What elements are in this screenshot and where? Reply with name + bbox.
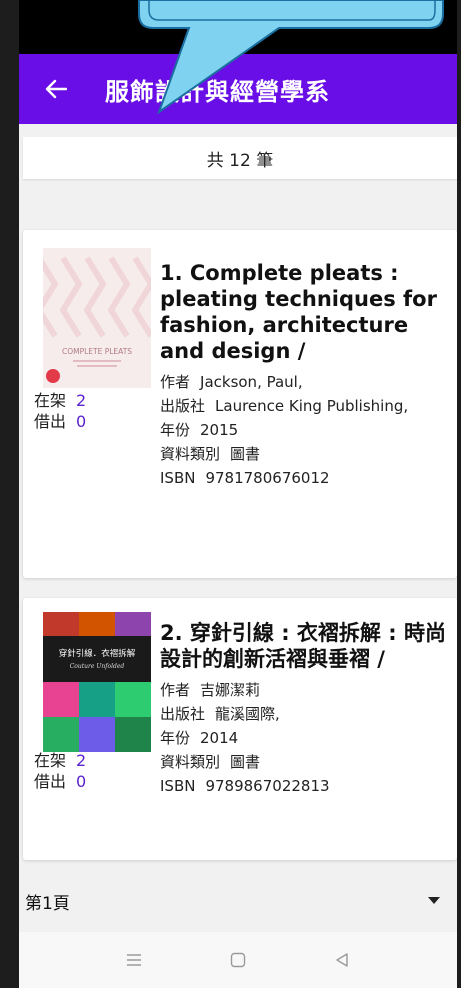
book-publisher: 出版社 Laurence King Publishing,	[160, 397, 409, 415]
book-card-1[interactable]: COMPLETE PLEATS 在架 2 借出 0 1. Complete plea…	[23, 230, 457, 578]
cover-subtitle: Couture Unfolded	[70, 663, 125, 670]
menu-icon[interactable]	[122, 948, 146, 972]
book-cover-image: COMPLETE PLEATS	[43, 248, 151, 388]
device-frame-right	[457, 0, 461, 988]
arrow-left-icon[interactable]	[41, 74, 71, 104]
book-cover-image: 穿針引線．衣褶拆解 Couture Unfolded	[43, 612, 151, 752]
app-bar: 服飾設計與經營學系	[19, 54, 457, 124]
book-year: 年份 2015	[160, 421, 239, 439]
book-title[interactable]: 2. 穿針引線 : 衣褶拆解 : 時尚設計的創新活褶與垂褶 /	[160, 620, 447, 672]
page-selector[interactable]: 第1頁	[19, 872, 457, 930]
borrowed-count: 0	[76, 412, 87, 431]
availability: 在架 2 借出 0	[34, 751, 87, 791]
caret-down-icon[interactable]	[427, 894, 441, 908]
book-year: 年份 2014	[160, 729, 239, 747]
book-isbn: ISBN 9781780676012	[160, 469, 330, 487]
page-title: 服飾設計與經營學系	[105, 77, 330, 106]
status-bar	[19, 0, 457, 54]
page-selector-value: 第1頁	[25, 893, 70, 914]
book-isbn: ISBN 9789867022813	[160, 777, 330, 795]
book-author: 作者 吉娜潔莉	[160, 681, 261, 699]
book-type: 資料類別 圖書	[160, 445, 261, 463]
result-count: 共 12 筆	[23, 137, 457, 179]
home-square-icon[interactable]	[226, 948, 250, 972]
borrowed-count: 0	[76, 772, 87, 791]
back-triangle-icon[interactable]	[330, 948, 354, 972]
book-info: 1. Complete pleats : pleating techniques…	[160, 260, 447, 490]
book-author: 作者 Jackson, Paul,	[160, 373, 303, 391]
cover-title: 穿針引線．衣褶拆解	[59, 648, 136, 659]
availability: 在架 2 借出 0	[34, 391, 87, 431]
book-type: 資料類別 圖書	[160, 753, 261, 771]
book-info: 2. 穿針引線 : 衣褶拆解 : 時尚設計的創新活褶與垂褶 / 作者 吉娜潔莉 出…	[160, 620, 447, 798]
device-frame-left	[0, 0, 19, 988]
book-publisher: 出版社 龍溪國際,	[160, 705, 280, 723]
book-title[interactable]: 1. Complete pleats : pleating techniques…	[160, 260, 447, 364]
book-card-2[interactable]: 穿針引線．衣褶拆解 Couture Unfolded 在架 2 借出 0 2. 穿針…	[23, 598, 457, 860]
on-shelf-count: 2	[76, 391, 87, 410]
system-nav-bar	[19, 932, 457, 988]
phone-screen: 服飾設計與經營學系 共 12 筆 COMPLETE PLEATS 在架 2 借出…	[19, 0, 457, 988]
on-shelf-count: 2	[76, 751, 87, 770]
cover-title: COMPLETE PLEATS	[62, 347, 132, 356]
